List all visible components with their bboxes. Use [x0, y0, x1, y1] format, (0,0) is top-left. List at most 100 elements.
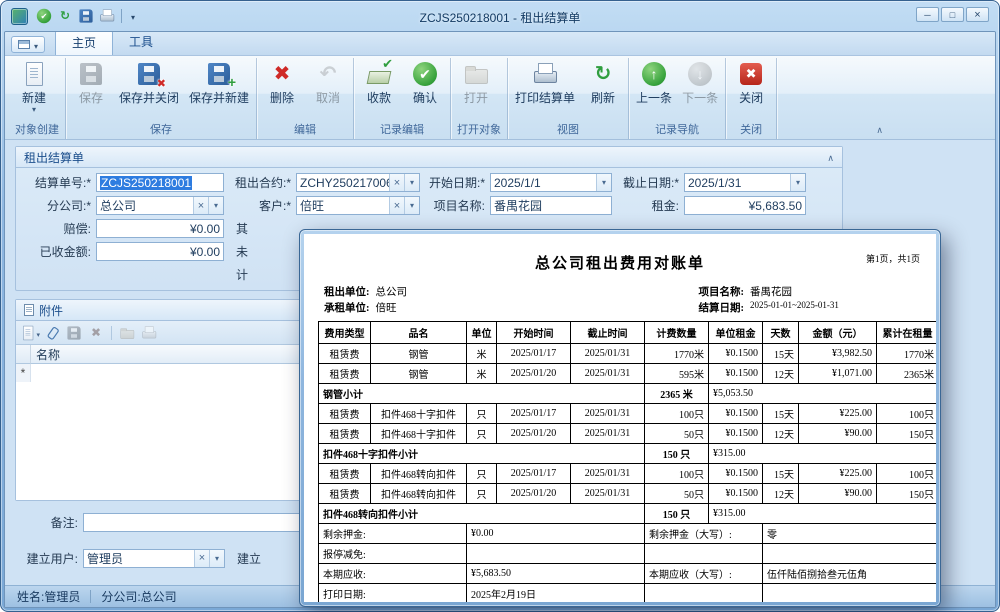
ribbon-button-label: 取消: [316, 89, 340, 106]
received-amount-input[interactable]: ¥0.00: [96, 242, 224, 261]
created-by-value: 管理员: [87, 550, 194, 567]
branch-combo[interactable]: 总公司: [96, 196, 224, 215]
ribbon-group-label: 视图: [510, 121, 626, 139]
end-date-picker[interactable]: 2025/1/31: [684, 173, 806, 192]
ribbon-collapse-icon[interactable]: [876, 122, 883, 136]
delete-button[interactable]: 删除: [259, 58, 305, 106]
report-title: 总公司租出费用对账单: [318, 252, 922, 273]
chevron-down-icon: [35, 326, 40, 340]
report-column-header: 天数: [763, 322, 799, 344]
save-and-close-button[interactable]: 保存并关闭: [114, 58, 184, 106]
contract-combo[interactable]: ZCHY250217006: [296, 173, 420, 192]
settlement-no-input[interactable]: ZCJS250218001: [96, 173, 224, 192]
window-icon: [18, 40, 30, 49]
tab-tools[interactable]: 工具: [113, 31, 169, 55]
new-button[interactable]: 新建▾: [11, 58, 57, 114]
folder-icon: [119, 325, 135, 341]
clear-icon[interactable]: [194, 550, 209, 567]
chevron-down-icon: [34, 38, 38, 52]
close-button[interactable]: 关闭: [728, 58, 774, 106]
print-settlement-button[interactable]: 打印结算单: [510, 58, 580, 106]
report-column-header: 费用类型: [319, 322, 371, 344]
screen: ZCJS250218001 - 租出结算单 主页工具 新建▾对象创建保存保存并关…: [0, 0, 1000, 612]
customer-label: 客户:*: [224, 197, 296, 214]
project-input[interactable]: 番禺花园: [490, 196, 612, 215]
previous-record-button[interactable]: 上一条: [631, 58, 677, 106]
cancel-button[interactable]: 取消: [305, 58, 351, 106]
delete-icon: [269, 61, 295, 87]
ribbon-group-label: 关闭: [728, 121, 774, 139]
attachment-new-button[interactable]: [20, 323, 40, 343]
tab-home[interactable]: 主页: [55, 31, 113, 55]
next-record-button[interactable]: 下一条: [677, 58, 723, 106]
row-selector-header: [16, 345, 31, 364]
section-title: 租出结算单: [24, 149, 84, 166]
confirm-button[interactable]: 确认: [402, 58, 448, 106]
status-branch: 分公司:总公司: [101, 588, 176, 605]
settle-date-label: 结算日期:: [699, 300, 745, 315]
report-preview-window[interactable]: 第1页，共1页 总公司租出费用对账单 租出单位:总公司 项目名称:番禺花园 承租…: [299, 229, 941, 607]
settlement-section-header[interactable]: 租出结算单: [16, 147, 842, 168]
report-column-header: 单位: [467, 322, 497, 344]
report-data-row: 租赁费扣件468十字扣件只2025/01/172025/01/31100只¥0.…: [319, 404, 937, 424]
report-column-header: 开始时间: [497, 322, 571, 344]
collect-payment-button[interactable]: 收款: [356, 58, 402, 106]
ribbon-group: 上一条下一条记录导航: [629, 58, 726, 139]
confirm-icon: [412, 61, 438, 87]
chevron-down-icon[interactable]: [404, 174, 419, 191]
ribbon-group-label: 打开对象: [453, 121, 505, 139]
print-icon: [532, 61, 558, 87]
prev-icon: [641, 61, 667, 87]
attachment-delete-button[interactable]: [86, 323, 106, 343]
new-row-marker: *: [16, 364, 31, 382]
created-by-combo[interactable]: 管理员: [83, 549, 225, 568]
titlebar[interactable]: ZCJS250218001 - 租出结算单: [1, 1, 999, 31]
start-date-picker[interactable]: 2025/1/1: [490, 173, 612, 192]
attachment-save-button[interactable]: [64, 323, 84, 343]
save-and-new-button[interactable]: 保存并新建: [184, 58, 254, 106]
compensation-input[interactable]: ¥0.00: [96, 219, 224, 238]
ribbon-group-label: 编辑: [259, 121, 351, 139]
chevron-down-icon[interactable]: [790, 174, 805, 191]
report-table-head-row: 费用类型品名单位开始时间截止时间计费数量单位租金天数金额（元）累计在租量: [319, 322, 937, 344]
chevron-down-icon[interactable]: [209, 550, 224, 567]
delete-x-icon: [88, 325, 104, 341]
chevron-down-icon[interactable]: [596, 174, 611, 191]
report-data-row: 租赁费扣件468转向扣件只2025/01/202025/01/3150只¥0.1…: [319, 484, 937, 504]
report-footer-row: 剩余押金:¥0.00剩余押金（大写）:零: [319, 524, 937, 544]
open-icon: [463, 61, 489, 87]
printer-icon: [141, 325, 157, 341]
maximize-button[interactable]: [941, 7, 964, 22]
app-window: ZCJS250218001 - 租出结算单 主页工具 新建▾对象创建保存保存并关…: [0, 0, 1000, 612]
attachment-attach-button[interactable]: [42, 323, 62, 343]
rent-input[interactable]: ¥5,683.50: [684, 196, 806, 215]
save-button[interactable]: 保存: [68, 58, 114, 106]
refresh-button[interactable]: 刷新: [580, 58, 626, 106]
ribbon-button-label: 下一条: [682, 89, 718, 106]
ribbon-button-label: 打印结算单: [515, 89, 575, 106]
cancel-icon: [315, 61, 341, 87]
clear-icon[interactable]: [193, 197, 208, 214]
remark-label: 备注:: [19, 514, 83, 531]
ribbon-app-button[interactable]: [11, 36, 45, 53]
attachment-print-button[interactable]: [139, 323, 159, 343]
clear-icon[interactable]: [389, 197, 404, 214]
lessor-value: 总公司: [376, 284, 408, 299]
close-window-button[interactable]: [966, 7, 989, 22]
ribbon-button-label: 保存并新建: [189, 89, 249, 106]
collapse-chevron-icon[interactable]: [827, 150, 834, 164]
ribbon-button-label: 打开: [464, 89, 488, 106]
clear-icon[interactable]: [389, 174, 404, 191]
customer-combo[interactable]: 倍旺: [296, 196, 420, 215]
ribbon-group: 关闭关闭: [726, 58, 777, 139]
settle-date-value: 2025-01-01~2025-01-31: [750, 300, 839, 315]
truncated-label: 建立: [237, 550, 261, 567]
open-button[interactable]: 打开: [453, 58, 499, 106]
report-footer-row: 本期应收:¥5,683.50本期应收（大写）:伍仟陆佰捌拾叁元伍角: [319, 564, 937, 584]
report-info: 租出单位:总公司 项目名称:番禺花园 承租单位:倍旺 结算日期:2025-01-…: [318, 283, 922, 315]
chevron-down-icon[interactable]: [208, 197, 223, 214]
minimize-button[interactable]: [916, 7, 939, 22]
rent-label: 租金:: [612, 197, 684, 214]
chevron-down-icon[interactable]: [404, 197, 419, 214]
attachment-open-button[interactable]: [117, 323, 137, 343]
